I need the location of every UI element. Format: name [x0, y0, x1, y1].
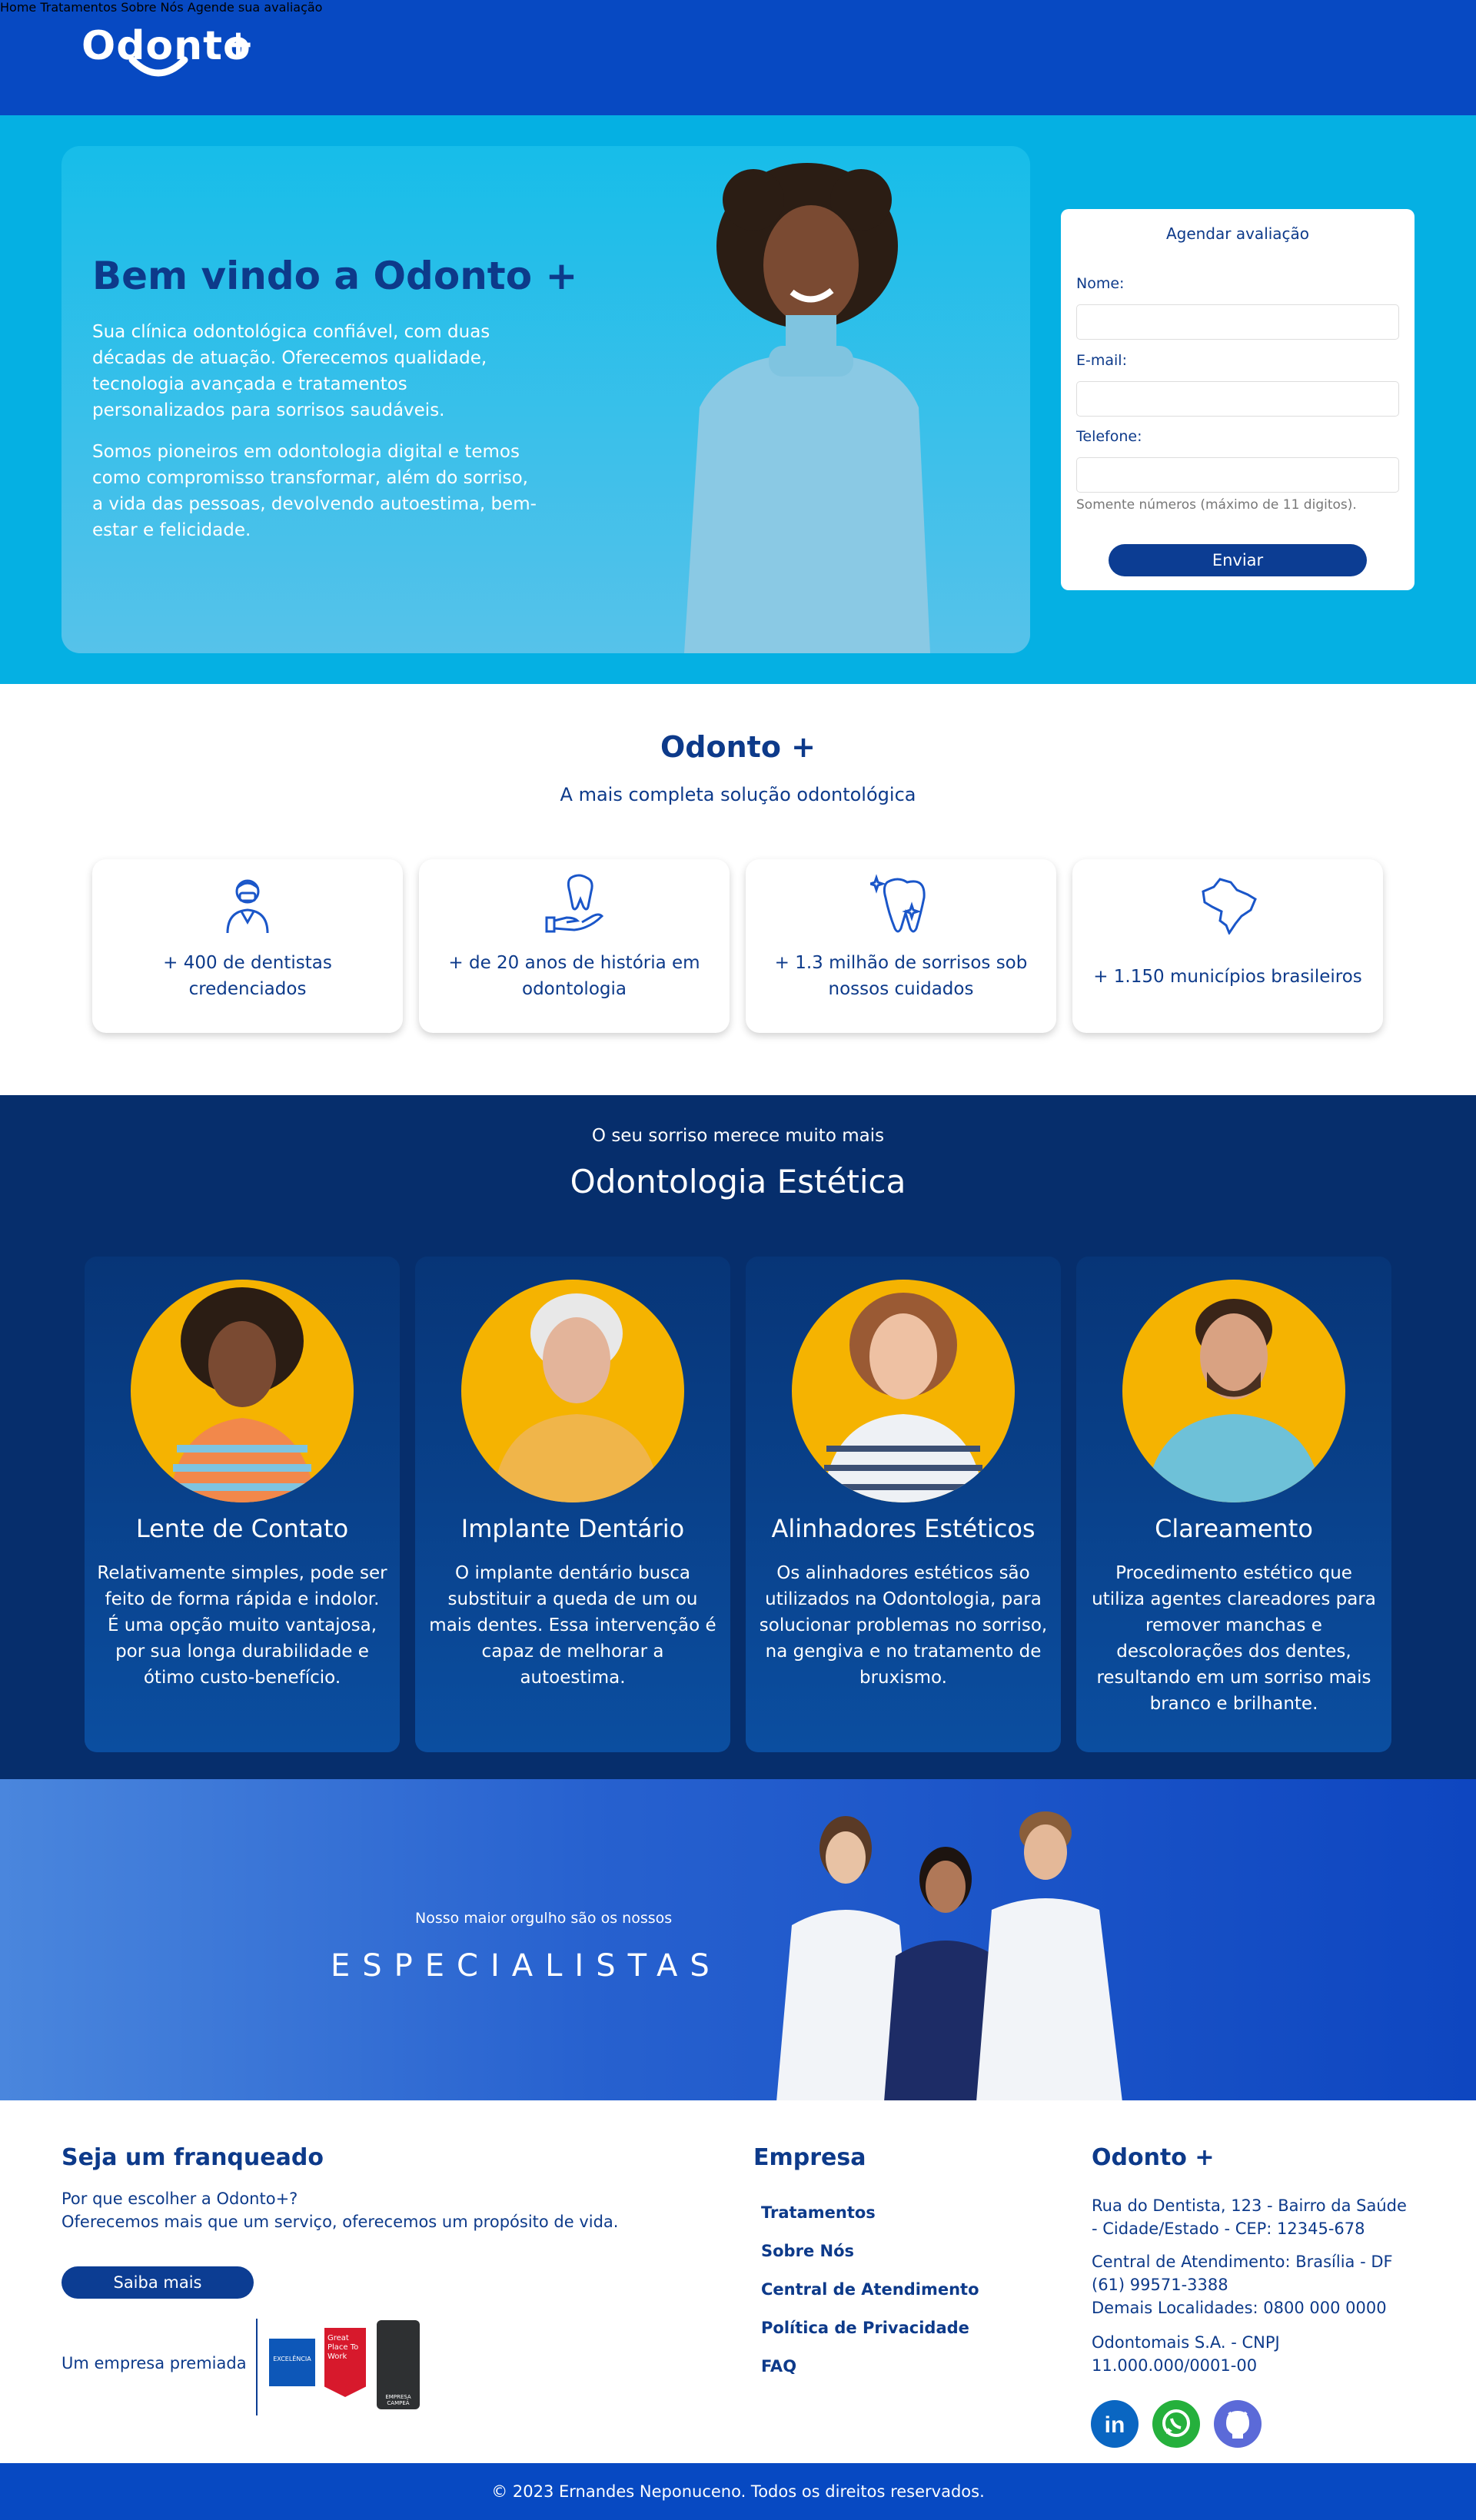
- phone-hint: Somente números (máximo de 11 digitos).: [1076, 497, 1357, 513]
- submit-button[interactable]: Enviar: [1109, 544, 1367, 576]
- award-divider: [256, 2319, 258, 2415]
- name-label: Nome:: [1076, 275, 1125, 292]
- smile-icon: [128, 56, 188, 77]
- specialists-title: ESPECIALISTAS: [331, 1948, 722, 1984]
- nav-agende-avaliacao[interactable]: Agende sua avaliação: [188, 0, 323, 15]
- phone-central: Central de Atendimento: Brasília - DF (6…: [1092, 2253, 1393, 2294]
- odonto-logo[interactable]: Odonto +: [81, 22, 254, 92]
- award-campea-label: EMPRESA CAMPEÃ: [385, 2394, 411, 2406]
- whatsapp-icon[interactable]: [1152, 2400, 1200, 2448]
- esthetics-title: Odontologia Estética: [570, 1163, 906, 1200]
- phone-other: Demais Localidades: 0800 000 0000: [1092, 2299, 1387, 2317]
- hero-paragraph-1: Sua clínica odontológica confiável, com …: [92, 322, 490, 420]
- stat-card: + 1.150 municípios brasileiros: [1072, 859, 1383, 1033]
- stat-text: + de 20 anos de história em odontologia: [448, 953, 700, 999]
- stat-card: + 400 de dentistas credenciados: [92, 859, 403, 1033]
- hero-section: Bem vindo a Odonto + Sua clínica odontol…: [0, 115, 1476, 684]
- treatment-title: Implante Dentário: [460, 1514, 685, 1543]
- treatment-description: Procedimento estético que utiliza agente…: [1092, 1563, 1376, 1714]
- linkedin-icon[interactable]: in: [1091, 2400, 1139, 2448]
- company-title: Empresa: [753, 2144, 866, 2171]
- treatment-photo: [461, 1280, 684, 1502]
- treatment-card[interactable]: Implante Dentário O implante dentário bu…: [415, 1257, 730, 1752]
- stat-text: + 1.3 milhão de sorrisos sob nossos cuid…: [774, 953, 1028, 999]
- hero-title: Bem vindo a Odonto +: [92, 254, 578, 298]
- specialists-banner: Nosso maior orgulho são os nossos ESPECI…: [0, 1779, 1476, 2100]
- name-input[interactable]: [1076, 304, 1399, 340]
- stat-card: + 1.3 milhão de sorrisos sob nossos cuid…: [746, 859, 1056, 1033]
- treatment-description: O implante dentário busca substituir a q…: [429, 1563, 716, 1688]
- about-title: Odonto +: [660, 730, 816, 764]
- treatment-title: Clareamento: [1155, 1514, 1313, 1543]
- nav-home[interactable]: Home: [0, 0, 36, 15]
- brand-title: Odonto +: [1092, 2144, 1215, 2171]
- hero-paragraph-2: Somos pioneiros em odontologia digital e…: [92, 442, 537, 540]
- award-label: Um empresa premiada: [62, 2354, 247, 2372]
- award-campea-badge: EMPRESA CAMPEÃ: [377, 2320, 420, 2409]
- specialists-pretitle: Nosso maior orgulho são os nossos: [415, 1910, 673, 1927]
- treatment-photo: [1122, 1280, 1345, 1502]
- hero-woman-photo: [684, 163, 930, 653]
- footer-link-privacidade[interactable]: Política de Privacidade: [761, 2319, 969, 2337]
- dentist-icon: [226, 879, 269, 934]
- franchise-question: Por que escolher a Odonto+?: [62, 2190, 298, 2208]
- esthetics-pretitle: O seu sorriso merece muito mais: [591, 1126, 885, 1146]
- hero-card: Bem vindo a Odonto + Sua clínica odontol…: [62, 146, 1030, 653]
- stat-card: + de 20 anos de história em odontologia: [419, 859, 730, 1033]
- address-text: Rua do Dentista, 123 - Bairro da Saúde -…: [1092, 2196, 1407, 2238]
- site-footer: Seja um franqueado Por que escolher a Od…: [0, 2100, 1476, 2463]
- tooth-hand-icon: [545, 874, 604, 933]
- site-header: Odonto + Home Tratamentos Sobre Nós Agen…: [0, 0, 1476, 115]
- specialists-photo: [776, 1811, 1122, 2100]
- form-title: Agendar avaliação: [1165, 224, 1310, 243]
- learn-more-button[interactable]: Saiba mais: [62, 2266, 254, 2299]
- footer-link-sobre-nos[interactable]: Sobre Nós: [761, 2242, 854, 2260]
- sparkling-tooth-icon: [870, 874, 926, 933]
- svg-text:in: in: [1105, 2412, 1125, 2438]
- treatment-title: Alinhadores Estéticos: [771, 1514, 1036, 1543]
- email-label: E-mail:: [1076, 352, 1127, 369]
- footer-link-faq[interactable]: FAQ: [761, 2357, 796, 2376]
- treatment-card[interactable]: Clareamento Procedimento estético que ut…: [1076, 1257, 1391, 1752]
- stat-text: + 400 de dentistas credenciados: [163, 953, 332, 999]
- phone-label: Telefone:: [1076, 428, 1142, 445]
- treatment-title: Lente de Contato: [135, 1514, 349, 1543]
- nav-tratamentos[interactable]: Tratamentos: [40, 0, 117, 15]
- nav-sobre-nos[interactable]: Sobre Nós: [121, 0, 183, 15]
- treatment-card[interactable]: Lente de Contato Relativamente simples, …: [85, 1257, 400, 1752]
- footer-link-tratamentos[interactable]: Tratamentos: [761, 2203, 876, 2222]
- brazil-map-icon: [1202, 878, 1257, 935]
- cnpj-text: Odontomais S.A. - CNPJ 11.000.000/0001-0…: [1092, 2333, 1280, 2375]
- email-input[interactable]: [1076, 381, 1399, 417]
- copyright-text: © 2023 Ernandes Neponuceno. Todos os dir…: [491, 2482, 985, 2501]
- award-gptw-badge: Great Place To Work: [324, 2328, 366, 2397]
- main-nav: Home Tratamentos Sobre Nós Agende sua av…: [0, 0, 1476, 15]
- appointment-form: Agendar avaliação Nome: E-mail: Telefone…: [1061, 209, 1414, 590]
- phone-input[interactable]: [1076, 457, 1399, 493]
- footer-link-central-atendimento[interactable]: Central de Atendimento: [761, 2280, 979, 2299]
- esthetics-section: O seu sorriso merece muito mais Odontolo…: [0, 1095, 1476, 1779]
- logo-plus: +: [222, 22, 254, 66]
- treatment-card[interactable]: Alinhadores Estéticos Os alinhadores est…: [746, 1257, 1061, 1752]
- award-excelencia-badge: EXCELÊNCIA: [269, 2339, 315, 2386]
- treatment-description: Relativamente simples, pode ser feito de…: [97, 1563, 387, 1688]
- franchise-title: Seja um franqueado: [62, 2144, 324, 2171]
- stat-text: + 1.150 municípios brasileiros: [1093, 967, 1362, 987]
- copyright-bar: © 2023 Ernandes Neponuceno. Todos os dir…: [0, 2463, 1476, 2520]
- about-subtitle: A mais completa solução odontológica: [560, 784, 916, 805]
- about-section: Odonto + A mais completa solução odontol…: [0, 684, 1476, 1095]
- treatment-description: Os alinhadores estéticos são utilizados …: [759, 1563, 1048, 1688]
- treatment-photo: [131, 1280, 354, 1502]
- franchise-text: Oferecemos mais que um serviço, oferecem…: [62, 2213, 619, 2231]
- treatment-photo: [792, 1280, 1015, 1502]
- github-icon[interactable]: [1214, 2400, 1262, 2448]
